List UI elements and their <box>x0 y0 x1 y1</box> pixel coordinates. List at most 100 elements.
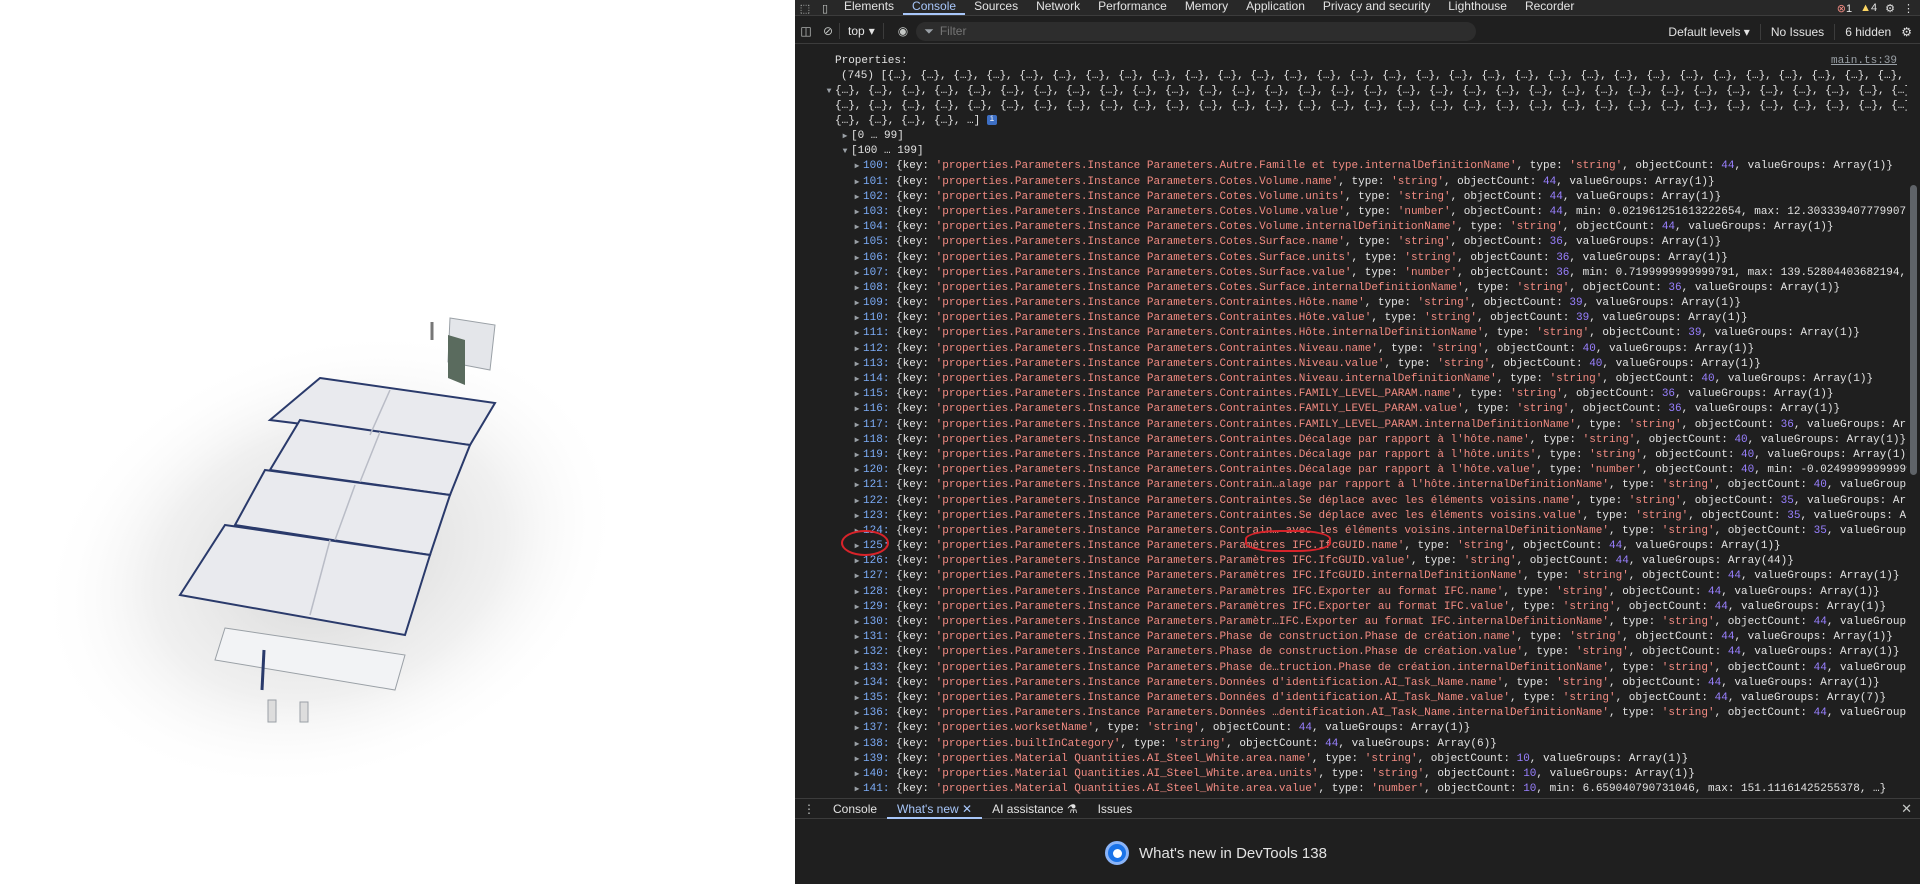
property-row[interactable]: ▶ 120: {key: 'properties.Parameters.Insta… <box>795 463 1907 478</box>
property-row[interactable]: ▶ 138: {key: 'properties.builtInCategory'… <box>795 737 1907 752</box>
property-row[interactable]: ▶ 112: {key: 'properties.Parameters.Insta… <box>795 342 1907 357</box>
scrollbar-thumb[interactable] <box>1910 185 1917 475</box>
property-row[interactable]: ▶ 106: {key: 'properties.Parameters.Insta… <box>795 251 1907 266</box>
property-row[interactable]: ▶ 107: {key: 'properties.Parameters.Insta… <box>795 266 1907 281</box>
tab-lighthouse[interactable]: Lighthouse <box>1439 0 1516 15</box>
property-row[interactable]: ▶ 141: {key: 'properties.Material Quantit… <box>795 782 1907 795</box>
drawer-tab-ai-assistance[interactable]: AI assistance ⚗ <box>982 799 1087 819</box>
property-row[interactable]: ▶ 116: {key: 'properties.Parameters.Insta… <box>795 402 1907 417</box>
row-type-text: string <box>1668 661 1708 674</box>
property-row[interactable]: ▶ 140: {key: 'properties.Material Quantit… <box>795 767 1907 782</box>
property-row[interactable]: ▶ 125: {key: 'properties.Parameters.Insta… <box>795 539 1907 554</box>
filter-box[interactable]: ⏷ <box>916 21 1477 41</box>
row-sep: , objectCount: <box>1628 646 1728 659</box>
property-row[interactable]: ▶ 126: {key: 'properties.Parameters.Insta… <box>795 554 1907 569</box>
property-row[interactable]: ▶ 131: {key: 'properties.Parameters.Insta… <box>795 630 1907 645</box>
row-object-count: 39 <box>1688 327 1702 340</box>
property-row[interactable]: ▶ 119: {key: 'properties.Parameters.Insta… <box>795 448 1907 463</box>
device-toolbar-icon[interactable]: ▯ <box>815 1 835 15</box>
close-icon[interactable]: ✕ <box>962 802 972 816</box>
tab-elements[interactable]: Elements <box>835 0 903 15</box>
property-row[interactable]: ▶ 117: {key: 'properties.Parameters.Insta… <box>795 418 1907 433</box>
property-row[interactable]: ▶ 103: {key: 'properties.Parameters.Insta… <box>795 205 1907 220</box>
warning-counter[interactable]: ▲4 <box>1860 2 1877 14</box>
drawer-tab-whats-new[interactable]: What's new ✕ <box>887 799 983 819</box>
row-sep: , type: <box>1120 737 1174 750</box>
property-row[interactable]: ▶ 113: {key: 'properties.Parameters.Insta… <box>795 357 1907 372</box>
property-row[interactable]: ▶ 111: {key: 'properties.Parameters.Insta… <box>795 326 1907 341</box>
row-sep: , type: <box>1523 646 1576 659</box>
property-row[interactable]: ▶ 110: {key: 'properties.Parameters.Insta… <box>795 311 1907 326</box>
drawer-menu-icon[interactable]: ⋮ <box>795 802 823 816</box>
issues-button[interactable]: No Issues <box>1771 25 1824 39</box>
row-type: 'string' <box>1562 600 1616 613</box>
tab-sources[interactable]: Sources <box>965 0 1027 15</box>
drawer-tab-issues[interactable]: Issues <box>1088 799 1143 819</box>
tab-privacy-security[interactable]: Privacy and security <box>1314 0 1439 15</box>
property-row[interactable]: ▶ 121: {key: 'properties.Parameters.Insta… <box>795 478 1907 493</box>
property-row[interactable]: ▶ 129: {key: 'properties.Parameters.Insta… <box>795 600 1907 615</box>
live-expression-eye-icon[interactable]: ◉ <box>898 24 908 38</box>
close-drawer-icon[interactable]: ✕ <box>1901 801 1912 817</box>
row-colon: : <box>882 190 890 203</box>
property-row[interactable]: ▶ 139: {key: 'properties.Material Quantit… <box>795 752 1907 767</box>
row-type: 'string' <box>1569 631 1623 644</box>
property-row[interactable]: ▶ 136: {key: 'properties.Parameters.Insta… <box>795 706 1907 721</box>
error-counter[interactable]: ⊗1 <box>1837 2 1852 15</box>
property-row[interactable]: ▶ 101: {key: 'properties.Parameters.Insta… <box>795 175 1907 190</box>
row-key: 'properties.Parameters.Instance Paramete… <box>935 616 1609 628</box>
tab-memory[interactable]: Memory <box>1176 0 1237 15</box>
info-icon[interactable]: i <box>986 115 997 126</box>
array-summary-line[interactable]: (745) [{…}, {…}, {…}, {…}, {…}, {…}, {…}… <box>795 69 1907 84</box>
property-row[interactable]: ▶ 109: {key: 'properties.Parameters.Insta… <box>795 296 1907 311</box>
property-row[interactable]: ▶ 130: {key: 'properties.Parameters.Insta… <box>795 615 1907 630</box>
more-options-icon[interactable]: ⋮ <box>1903 2 1914 15</box>
row-key: 'properties.Parameters.Instance Paramete… <box>935 433 1530 446</box>
3d-viewer-canvas[interactable] <box>0 0 795 884</box>
clear-console-icon[interactable]: ⊘ <box>817 21 839 41</box>
inspect-element-icon[interactable]: ⬚ <box>795 1 815 15</box>
row-object-count: 44 <box>1721 160 1735 173</box>
group-expanded[interactable]: ▼ [100 … 199] <box>795 144 1907 159</box>
row-sep: , type: <box>1344 190 1398 203</box>
property-row[interactable]: ▶ 133: {key: 'properties.Parameters.Insta… <box>795 661 1907 676</box>
property-row[interactable]: ▶ 135: {key: 'properties.Parameters.Insta… <box>795 691 1907 706</box>
expand-triangle-icon[interactable]: ▼ <box>823 84 835 99</box>
tab-application[interactable]: Application <box>1237 0 1314 15</box>
filter-input[interactable] <box>939 24 1460 38</box>
row-key-text: properties.Material Quantities.AI_Steel_… <box>942 767 1312 780</box>
property-row[interactable]: ▶ 105: {key: 'properties.Parameters.Insta… <box>795 235 1907 250</box>
property-row[interactable]: ▶ 104: {key: 'properties.Parameters.Insta… <box>795 220 1907 235</box>
row-colon: : <box>882 479 890 492</box>
log-label: Properties: <box>835 55 908 67</box>
drawer-tab-console[interactable]: Console <box>823 799 887 819</box>
property-row[interactable]: ▶ 137: {key: 'properties.worksetName', ty… <box>795 721 1907 736</box>
property-row[interactable]: ▶ 122: {key: 'properties.Parameters.Insta… <box>795 494 1907 509</box>
console-scrollbar[interactable] <box>1907 45 1920 795</box>
group-collapsed[interactable]: ▶ [0 … 99] <box>795 129 1907 144</box>
property-row[interactable]: ▶ 134: {key: 'properties.Parameters.Insta… <box>795 676 1907 691</box>
tab-console[interactable]: Console <box>903 0 966 15</box>
log-levels-dropdown[interactable]: Default levels ▾ <box>1668 25 1749 39</box>
property-row[interactable]: ▶ 114: {key: 'properties.Parameters.Insta… <box>795 372 1907 387</box>
tab-performance[interactable]: Performance <box>1089 0 1176 15</box>
property-row[interactable]: ▶ 128: {key: 'properties.Parameters.Insta… <box>795 585 1907 600</box>
property-row[interactable]: ▶ 118: {key: 'properties.Parameters.Insta… <box>795 433 1907 448</box>
property-row[interactable]: ▶ 115: {key: 'properties.Parameters.Insta… <box>795 387 1907 402</box>
tab-network[interactable]: Network <box>1027 0 1089 15</box>
sidebar-toggle-icon[interactable]: ◫ <box>795 21 817 41</box>
property-row[interactable]: ▶ 127: {key: 'properties.Parameters.Insta… <box>795 569 1907 584</box>
property-row[interactable]: ▶ 102: {key: 'properties.Parameters.Insta… <box>795 190 1907 205</box>
source-link[interactable]: main.ts:39 <box>1831 54 1897 69</box>
tab-recorder[interactable]: Recorder <box>1516 0 1583 15</box>
property-row[interactable]: ▶ 124: {key: 'properties.Parameters.Insta… <box>795 524 1907 539</box>
property-row[interactable]: ▶ 123: {key: 'properties.Parameters.Insta… <box>795 509 1907 524</box>
row-sep: , objectCount: <box>1199 722 1299 735</box>
property-row[interactable]: ▶ 132: {key: 'properties.Parameters.Insta… <box>795 645 1907 660</box>
row-type: 'string' <box>1397 236 1451 249</box>
context-select[interactable]: top ▾ <box>848 24 875 38</box>
settings-gear-icon[interactable]: ⚙ <box>1885 2 1895 15</box>
console-settings-gear-icon[interactable]: ⚙ <box>1901 25 1912 39</box>
property-row[interactable]: ▶ 108: {key: 'properties.Parameters.Insta… <box>795 281 1907 296</box>
property-row[interactable]: ▶ 100: {key: 'properties.Parameters.Insta… <box>795 159 1907 174</box>
